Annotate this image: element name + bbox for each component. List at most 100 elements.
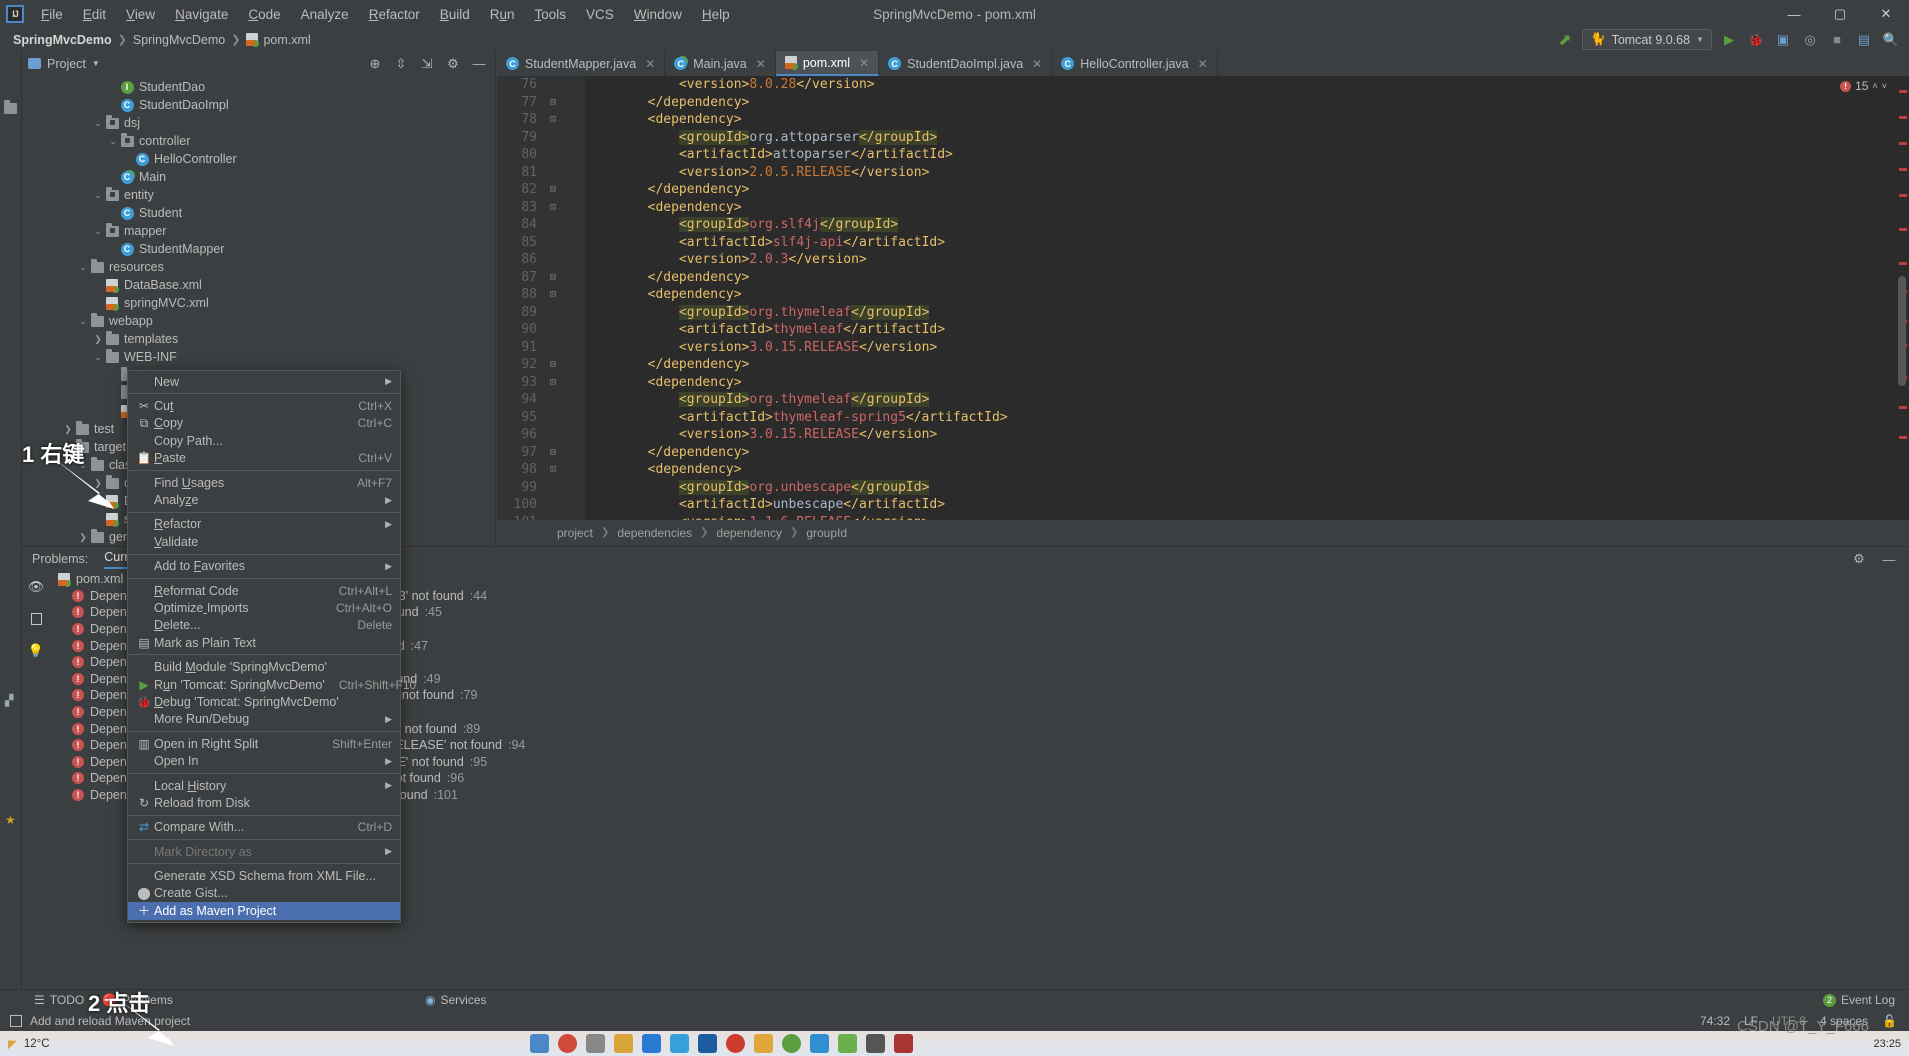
- layout-icon[interactable]: ▤: [1854, 30, 1874, 50]
- menu-code[interactable]: Code: [239, 3, 289, 26]
- preview-icon[interactable]: [30, 613, 42, 625]
- editor-breadcrumbs[interactable]: project ❯ dependencies ❯ dependency ❯ gr…: [497, 520, 1909, 545]
- editor-tab-pom-xml[interactable]: pom.xml ✕: [775, 51, 880, 76]
- coverage-icon[interactable]: ▣: [1773, 30, 1793, 50]
- tree-node-studentmapper[interactable]: C StudentMapper: [22, 240, 495, 258]
- fold-marker[interactable]: ⊟: [543, 356, 563, 374]
- run-icon[interactable]: ▶: [1719, 30, 1739, 50]
- tool-button-services[interactable]: ◉ Services: [425, 993, 487, 1007]
- editor-breadcrumb-2[interactable]: dependency: [717, 526, 782, 540]
- chevron-up-icon[interactable]: ˄: [1872, 81, 1877, 91]
- caret-position[interactable]: 74:32: [1700, 1014, 1730, 1028]
- menu-item-add-as-maven-project[interactable]: ＋ Add as Maven Project: [128, 902, 400, 920]
- tree-node-dsj[interactable]: ⌄ dsj: [22, 114, 495, 132]
- maximize-button[interactable]: ▢: [1817, 0, 1863, 28]
- run-configuration-selector[interactable]: 🐈 Tomcat 9.0.68 ▼: [1581, 29, 1712, 50]
- menu-vcs[interactable]: VCS: [577, 3, 623, 26]
- taskbar-apps[interactable]: [529, 1034, 913, 1053]
- close-icon[interactable]: ✕: [859, 56, 869, 70]
- menu-item-optimize-imports[interactable]: Optimize Imports Ctrl+Alt+O: [128, 599, 400, 616]
- close-icon[interactable]: ✕: [1032, 57, 1042, 71]
- tree-node-controller[interactable]: ⌄ controller: [22, 132, 495, 150]
- fold-marker[interactable]: ⊟: [543, 444, 563, 462]
- breadcrumb-project[interactable]: SpringMvcDemo: [10, 33, 115, 47]
- taskbar-app-5[interactable]: [641, 1034, 661, 1053]
- fold-marker[interactable]: ⊡: [543, 111, 563, 129]
- chevron-down-icon[interactable]: ˅: [1882, 81, 1887, 91]
- editor-scrollbar[interactable]: [1895, 76, 1909, 520]
- tree-twisty[interactable]: ❯: [92, 334, 104, 345]
- menu-item-open-in-right-split[interactable]: ▥ Open in Right Split Shift+Enter: [128, 735, 400, 752]
- tree-twisty[interactable]: ❯: [62, 424, 74, 435]
- tree-node-main[interactable]: C Main: [22, 168, 495, 186]
- taskbar-app-10[interactable]: [781, 1034, 801, 1053]
- taskbar-app-7[interactable]: [697, 1034, 717, 1053]
- breadcrumb-module[interactable]: SpringMvcDemo: [130, 33, 228, 47]
- menu-item-reformat-code[interactable]: Reformat Code Ctrl+Alt+L: [128, 582, 400, 599]
- tree-twisty[interactable]: ⌄: [92, 118, 104, 129]
- problems-side-toolbar[interactable]: 👁 💡: [22, 571, 50, 1011]
- structure-icon[interactable]: ▞: [5, 694, 13, 707]
- menu-help[interactable]: Help: [693, 3, 739, 26]
- event-log-widget[interactable]: 2 Event Log: [1822, 993, 1895, 1007]
- profiler-icon[interactable]: ◎: [1800, 30, 1820, 50]
- menu-item-open-in[interactable]: Open In ▶: [128, 752, 400, 769]
- menu-item-run-tomcat-springmvcdemo[interactable]: ▶ Run 'Tomcat: SpringMvcDemo' Ctrl+Shift+F…: [128, 676, 416, 693]
- context-menu[interactable]: New ▶ ✂ Cut Ctrl+X ⧉ Copy Ctrl+C Copy Path... 📋 Pa…: [127, 370, 416, 923]
- menu-item-create-gist[interactable]: ⬤ Create Gist...: [128, 885, 400, 902]
- tree-twisty[interactable]: ⌄: [77, 262, 89, 273]
- tree-node-springmvc-xml[interactable]: springMVC.xml: [22, 294, 495, 312]
- code-editor[interactable]: 76 <version>8.0.28</version> 77 ⊟ </depend…: [497, 76, 1909, 520]
- menu-item-cut[interactable]: ✂ Cut Ctrl+X: [128, 397, 400, 414]
- editor-tab-main-java[interactable]: C Main.java ✕: [665, 51, 776, 76]
- menu-view[interactable]: View: [117, 3, 164, 26]
- gear-icon[interactable]: ⚙: [443, 54, 463, 74]
- menu-run[interactable]: Run: [481, 3, 524, 26]
- taskbar-app-3[interactable]: [585, 1034, 605, 1053]
- debug-icon[interactable]: 🐞: [1746, 30, 1766, 50]
- tree-node-student[interactable]: C Student: [22, 204, 495, 222]
- menu-tools[interactable]: Tools: [526, 3, 576, 26]
- menu-item-local-history[interactable]: Local History ▶: [128, 777, 400, 794]
- menu-build[interactable]: Build: [431, 3, 479, 26]
- editor-breadcrumb-3[interactable]: groupId: [806, 526, 847, 540]
- strip-folder-icon[interactable]: [4, 100, 17, 114]
- tree-twisty[interactable]: ⌄: [92, 190, 104, 201]
- editor-tab-bar[interactable]: C StudentMapper.java ✕ C Main.java ✕ pom.xml ✕ C…: [497, 51, 1909, 76]
- tree-twisty[interactable]: ⌄: [77, 316, 89, 327]
- tree-node-studentdao[interactable]: I StudentDao: [22, 78, 495, 96]
- collapse-all-icon[interactable]: ⇲: [417, 54, 437, 74]
- menu-item-new[interactable]: New ▶: [128, 373, 400, 390]
- taskbar-app-13[interactable]: [865, 1034, 885, 1053]
- close-button[interactable]: ✕: [1863, 0, 1909, 28]
- scrollbar-thumb[interactable]: [1898, 276, 1906, 386]
- minimize-button[interactable]: —: [1771, 0, 1817, 28]
- hide-icon[interactable]: —: [469, 54, 489, 74]
- fold-marker[interactable]: ⊟: [543, 269, 563, 287]
- editor-tab-studentmapper-java[interactable]: C StudentMapper.java ✕: [497, 51, 666, 76]
- menu-file[interactable]: File: [32, 3, 72, 26]
- taskbar-app-11[interactable]: [809, 1034, 829, 1053]
- tree-node-web-inf[interactable]: ⌄ WEB-INF: [22, 348, 495, 366]
- menu-window[interactable]: Window: [625, 3, 691, 26]
- fold-marker[interactable]: ⊡: [543, 461, 563, 479]
- project-panel-title[interactable]: Project ▼: [28, 57, 100, 71]
- menu-item-analyze[interactable]: Analyze ▶: [128, 491, 400, 508]
- taskbar-app-4[interactable]: [613, 1034, 633, 1053]
- gear-icon[interactable]: ⚙: [1849, 549, 1869, 569]
- tree-node-hellocontroller[interactable]: C HelloController: [22, 150, 495, 168]
- menu-item-compare-with[interactable]: ⇄ Compare With... Ctrl+D: [128, 819, 400, 836]
- tree-node-studentdaoimpl[interactable]: C StudentDaoImpl: [22, 96, 495, 114]
- menu-analyze[interactable]: Analyze: [292, 3, 358, 26]
- menu-bar[interactable]: File Edit View Navigate Code Analyze Ref…: [32, 3, 739, 26]
- close-icon[interactable]: ✕: [756, 57, 766, 71]
- hide-icon[interactable]: —: [1879, 549, 1899, 569]
- menu-item-reload-from-disk[interactable]: ↻ Reload from Disk: [128, 794, 400, 811]
- inspection-widget[interactable]: ! 15 ˄ ˅: [1840, 79, 1887, 93]
- tree-node-resources[interactable]: ⌄ resources: [22, 258, 495, 276]
- editor-tab-hellocontroller-java[interactable]: C HelloController.java ✕: [1052, 51, 1218, 76]
- taskbar-app-12[interactable]: [837, 1034, 857, 1053]
- editor-breadcrumb-1[interactable]: dependencies: [617, 526, 692, 540]
- taskbar-weather[interactable]: ◤ 12°C: [0, 1037, 50, 1051]
- chevron-down-icon[interactable]: ▼: [92, 59, 100, 68]
